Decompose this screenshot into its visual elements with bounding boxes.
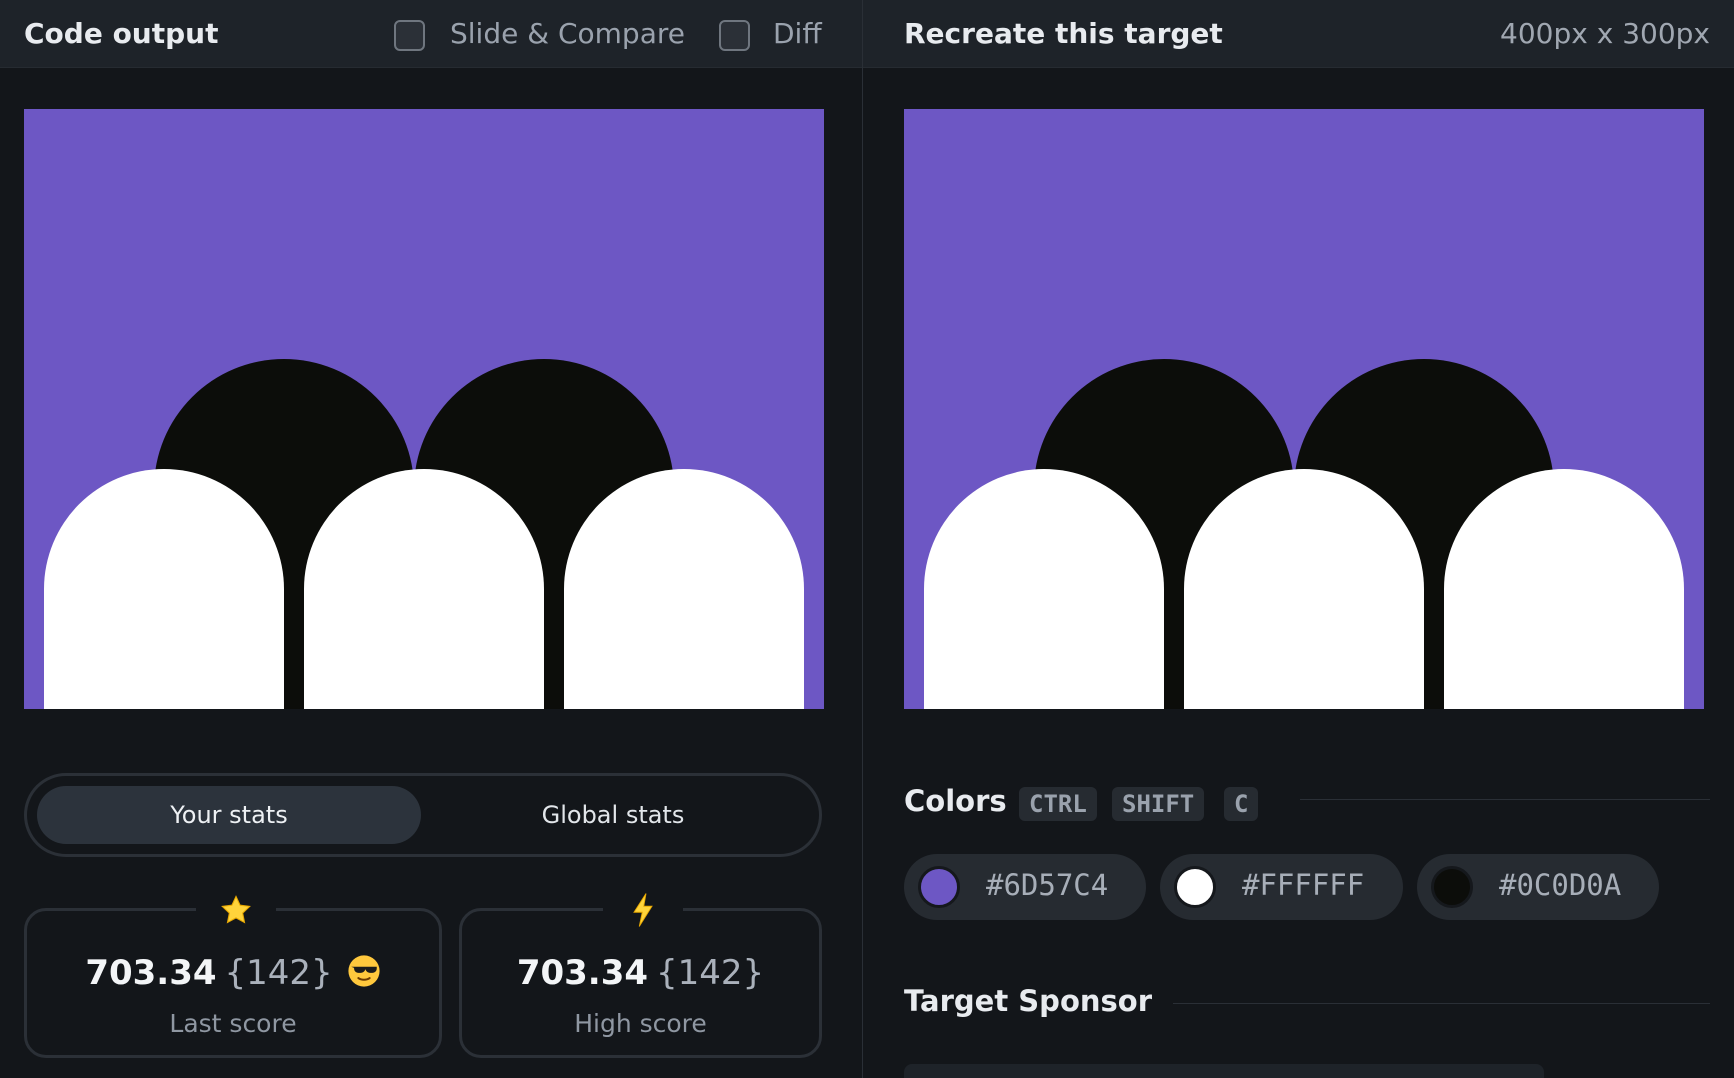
shortcut-key-ctrl: CTRL (1019, 787, 1097, 821)
high-score-count: {142} (656, 953, 765, 993)
tab-your-stats[interactable]: Your stats (37, 786, 421, 844)
slide-compare-label[interactable]: Slide & Compare (450, 17, 685, 50)
arch-2 (1184, 469, 1424, 709)
color-swatch-3[interactable]: #0C0D0A (1417, 854, 1659, 920)
sponsor-divider (1173, 1003, 1710, 1004)
arch-3 (564, 469, 804, 709)
output-art (44, 359, 804, 709)
last-score-label: Last score (169, 1009, 297, 1038)
diff-label[interactable]: Diff (773, 17, 822, 50)
colors-divider (1300, 799, 1710, 800)
arch-1 (44, 469, 284, 709)
target-canvas[interactable] (904, 109, 1704, 709)
swatch-code: #6D57C4 (986, 868, 1109, 902)
high-score-label: High score (574, 1009, 707, 1038)
swatch-code: #0C0D0A (1499, 868, 1622, 902)
target-pane: Recreate this target 400px x 300px Color… (863, 0, 1734, 1078)
swatch-dot (1174, 866, 1216, 908)
code-output-title: Code output (24, 17, 219, 50)
color-swatch-2[interactable]: #FFFFFF (1160, 854, 1403, 920)
sunglasses-face-icon (347, 954, 381, 988)
last-score-value: 703.34 (85, 953, 217, 993)
arch-3 (1444, 469, 1684, 709)
arch-1 (924, 469, 1164, 709)
swatch-dot (918, 866, 960, 908)
shortcut-key-shift: SHIFT (1112, 787, 1205, 821)
last-score-card: 703.34 {142} Last score (24, 891, 442, 1058)
last-score-count: {142} (224, 953, 333, 993)
target-size: 400px x 300px (1500, 17, 1710, 50)
lightning-icon (603, 891, 683, 929)
target-art (924, 359, 1684, 709)
code-output-header: Code output Slide & Compare Diff (0, 0, 862, 68)
code-output-pane: Code output Slide & Compare Diff Your st… (0, 0, 862, 1078)
slide-compare-checkbox[interactable] (394, 20, 425, 51)
code-output-canvas[interactable] (24, 109, 824, 709)
swatch-dot (1431, 866, 1473, 908)
arch-2 (304, 469, 544, 709)
color-swatch-1[interactable]: #6D57C4 (904, 854, 1146, 920)
swatch-code: #FFFFFF (1242, 868, 1365, 902)
target-sponsor-heading: Target Sponsor (904, 984, 1153, 1018)
diff-checkbox[interactable] (719, 20, 750, 51)
star-icon (196, 891, 276, 929)
tab-global-stats[interactable]: Global stats (421, 786, 805, 844)
last-score-value-row: 703.34 {142} (27, 953, 439, 993)
high-score-value-row: 703.34 {142} (462, 953, 819, 993)
shortcut-key-c: C (1224, 787, 1259, 821)
target-title: Recreate this target (904, 17, 1223, 50)
colors-heading: Colors (904, 784, 1007, 818)
high-score-card: 703.34 {142} High score (459, 891, 822, 1058)
high-score-value: 703.34 (516, 953, 649, 993)
stats-toggle: Your stats Global stats (24, 773, 822, 857)
target-header: Recreate this target 400px x 300px (863, 0, 1734, 68)
sponsor-card[interactable] (904, 1064, 1544, 1078)
